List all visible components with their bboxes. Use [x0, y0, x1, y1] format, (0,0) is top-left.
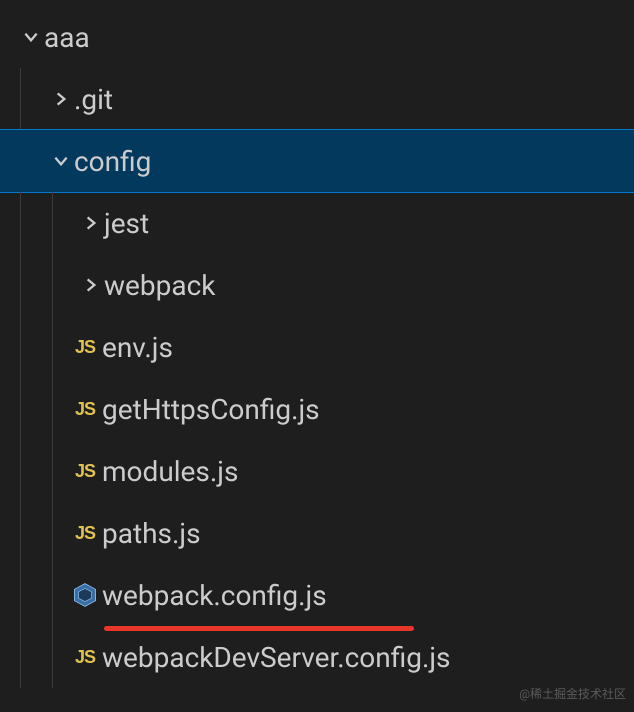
- watermark-text: @稀土掘金技术社区: [519, 685, 626, 702]
- file-label: webpack.config.js: [102, 579, 327, 612]
- tree-file-webpack-devserver[interactable]: JS webpackDevServer.config.js: [0, 626, 634, 688]
- tree-file-env[interactable]: JS env.js: [0, 316, 634, 378]
- tree-file-gethttpsconfig[interactable]: JS getHttpsConfig.js: [0, 378, 634, 440]
- chevron-right-icon: [78, 276, 104, 294]
- file-label: paths.js: [102, 517, 201, 550]
- folder-label: webpack: [104, 269, 215, 302]
- js-file-icon: JS: [68, 399, 102, 420]
- tree-folder-jest[interactable]: jest: [0, 192, 634, 254]
- chevron-down-icon: [48, 152, 74, 170]
- chevron-down-icon: [18, 28, 44, 46]
- file-label: getHttpsConfig.js: [102, 393, 320, 426]
- webpack-icon: [68, 582, 102, 608]
- chevron-right-icon: [78, 214, 104, 232]
- js-file-icon: JS: [68, 337, 102, 358]
- js-file-icon: JS: [68, 523, 102, 544]
- file-label: webpackDevServer.config.js: [102, 641, 451, 674]
- tree-file-webpack-config[interactable]: webpack.config.js: [0, 564, 634, 626]
- tree-folder-webpack[interactable]: webpack: [0, 254, 634, 316]
- folder-label: config: [74, 145, 151, 178]
- folder-label: jest: [104, 207, 149, 240]
- file-label: env.js: [102, 331, 173, 364]
- js-file-icon: JS: [68, 461, 102, 482]
- annotation-underline: [104, 626, 414, 631]
- file-explorer-tree: aaa .git config jest webpack: [0, 0, 634, 688]
- tree-file-paths[interactable]: JS paths.js: [0, 502, 634, 564]
- tree-file-modules[interactable]: JS modules.js: [0, 440, 634, 502]
- folder-label: .git: [74, 83, 113, 116]
- tree-folder-root[interactable]: aaa: [0, 6, 634, 68]
- file-label: modules.js: [102, 455, 238, 488]
- chevron-right-icon: [48, 90, 74, 108]
- tree-folder-config[interactable]: config: [0, 130, 634, 192]
- folder-label: aaa: [44, 21, 90, 54]
- tree-folder-git[interactable]: .git: [0, 68, 634, 130]
- js-file-icon: JS: [68, 647, 102, 668]
